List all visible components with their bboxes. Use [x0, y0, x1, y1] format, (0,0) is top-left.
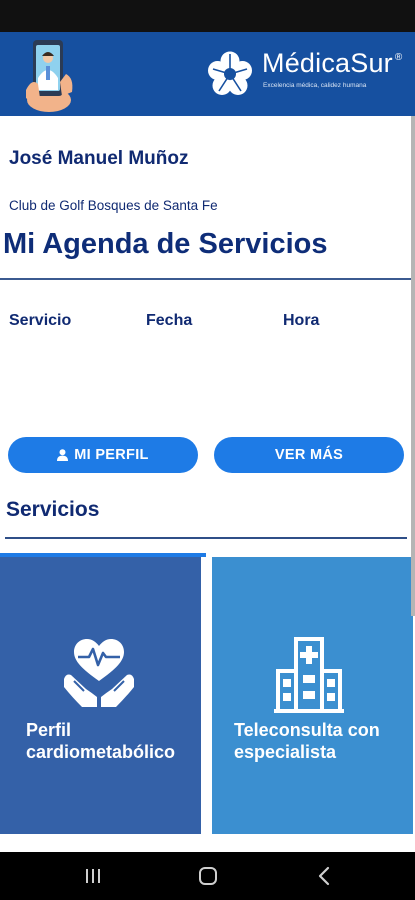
user-icon — [57, 449, 69, 461]
brand-tagline: Excelencia médica, calidez humana — [263, 82, 367, 89]
brand-name-text: MédicaSur — [262, 48, 393, 78]
registered-mark: ® — [394, 52, 403, 63]
club-name: Club de Golf Bosques de Santa Fe — [9, 198, 218, 213]
agenda-column-service: Servicio — [9, 312, 72, 329]
home-icon[interactable] — [196, 864, 220, 888]
back-icon[interactable] — [313, 864, 337, 888]
status-bar — [0, 0, 415, 32]
see-more-button[interactable]: VER MÁS — [214, 437, 404, 473]
heart-hands-icon — [64, 639, 134, 707]
app-header: MédicaSur ® Excelencia médica, calidez hu… — [0, 32, 415, 116]
hospital-building-icon — [274, 637, 344, 713]
services-section-title: Servicios — [6, 498, 100, 521]
service-card-cardiometabolic[interactable]: Perfil cardiometabólico — [0, 557, 201, 834]
user-name: José Manuel Muñoz — [9, 148, 189, 169]
agenda-column-time: Hora — [283, 312, 320, 329]
agenda-column-date: Fecha — [146, 312, 193, 329]
scrollbar[interactable] — [411, 116, 415, 616]
see-more-label: VER MÁS — [274, 447, 344, 463]
title-divider — [0, 278, 412, 280]
app-screen: MédicaSur ® Excelencia médica, calidez hu… — [0, 32, 415, 852]
my-profile-label: MI PERFIL — [74, 447, 149, 463]
recents-icon[interactable] — [81, 864, 105, 888]
medicasur-flower-logo-icon — [208, 51, 252, 95]
page-title: Mi Agenda de Servicios — [3, 228, 328, 260]
service-card-teleconsultation[interactable]: Teleconsulta con especialista — [212, 557, 413, 834]
brand-name: MédicaSur ® — [262, 48, 402, 79]
doctor-on-phone-icon — [26, 40, 73, 112]
services-divider — [5, 537, 407, 539]
service-card-label: Teleconsulta con especialista — [234, 720, 380, 762]
service-card-label: Perfil cardiometabólico — [26, 720, 176, 762]
system-nav-bar — [0, 852, 415, 900]
my-profile-button[interactable]: MI PERFIL — [8, 437, 198, 473]
